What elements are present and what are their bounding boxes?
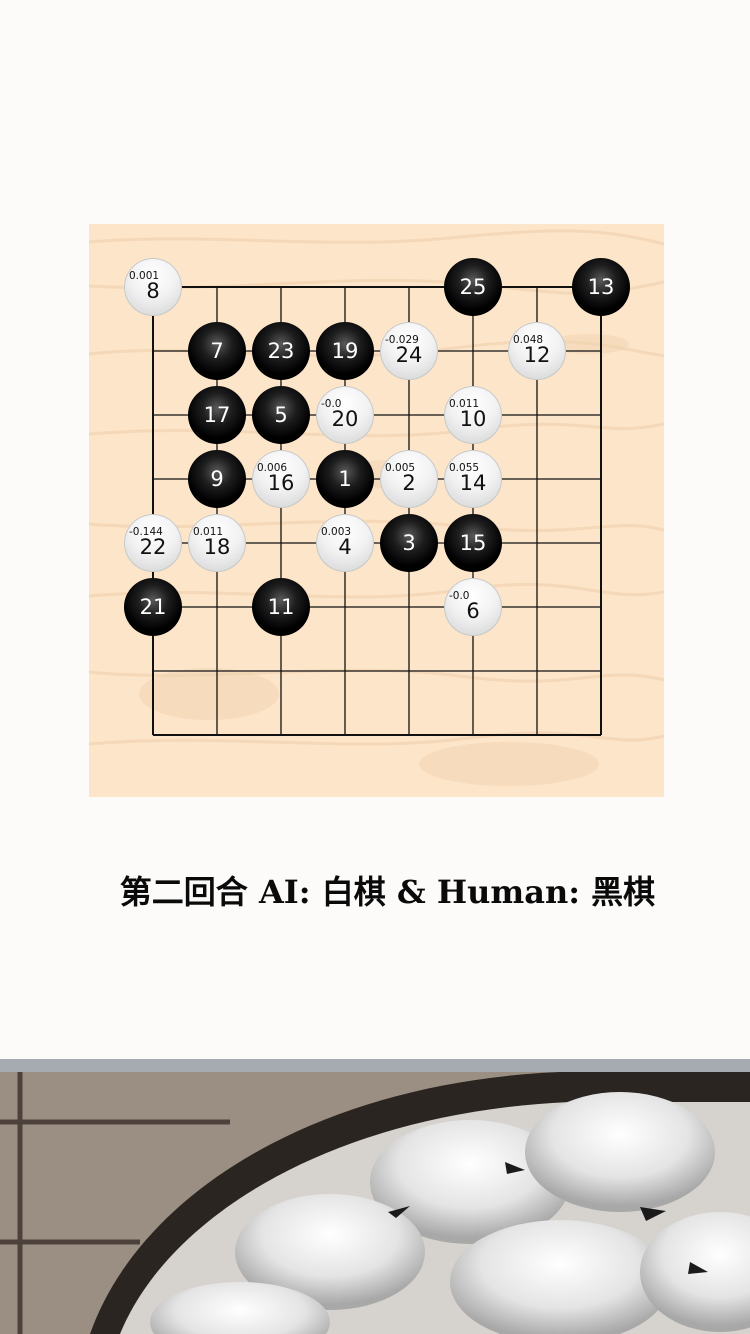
stone-move-number: 17 [203,403,231,427]
stone-bowl-illustration [0,1072,750,1334]
stone-move-number: 23 [267,339,295,363]
stone-bowl-photo [0,1072,750,1334]
black-stone[interactable]: 15 [444,514,502,572]
game-board[interactable]: 1 0.005 2 3 0.003 4 5 -0.0 6 7 0.001 8 9 0.011 10 11 0.0… [89,224,664,797]
stone-move-number: 7 [210,339,224,363]
black-stone[interactable]: 23 [252,322,310,380]
white-stone[interactable]: 0.055 14 [444,450,502,508]
board-grid [152,286,602,736]
stone-move-number: 21 [139,595,167,619]
stone-move-number: 19 [331,339,359,363]
stone-move-number: 11 [267,595,295,619]
stone-move-number: 2 [402,471,416,495]
black-stone[interactable]: 7 [188,322,246,380]
stone-move-number: 14 [459,471,487,495]
stone-move-number: 1 [338,467,352,491]
stone-move-number: 6 [466,599,480,623]
stone-move-number: 12 [523,343,551,367]
white-stone[interactable]: -0.0 6 [444,578,502,636]
stone-move-number: 13 [587,275,615,299]
stone-move-number: 15 [459,531,487,555]
bottom-divider-strip [0,1059,750,1072]
black-stone[interactable]: 5 [252,386,310,444]
white-stone[interactable]: -0.144 22 [124,514,182,572]
stone-move-number: 18 [203,535,231,559]
white-stone[interactable]: 0.001 8 [124,258,182,316]
black-stone[interactable]: 19 [316,322,374,380]
stone-move-number: 9 [210,467,224,491]
white-stone[interactable]: 0.011 18 [188,514,246,572]
stone-move-number: 3 [402,531,416,555]
black-stone[interactable]: 13 [572,258,630,316]
white-stone[interactable]: 0.048 12 [508,322,566,380]
stone-move-number: 10 [459,407,487,431]
stone-move-number: 24 [395,343,423,367]
black-stone[interactable]: 17 [188,386,246,444]
stone-move-number: 16 [267,471,295,495]
stone-move-number: 5 [274,403,288,427]
black-stone[interactable]: 21 [124,578,182,636]
black-stone[interactable]: 3 [380,514,438,572]
white-stone[interactable]: -0.029 24 [380,322,438,380]
stone-move-number: 22 [139,535,167,559]
stone-move-number: 25 [459,275,487,299]
black-stone[interactable]: 1 [316,450,374,508]
stone-move-number: 8 [146,279,160,303]
round-caption: 第二回合 AI: 白棋 & Human: 黑棋 [119,873,656,911]
black-stone[interactable]: 11 [252,578,310,636]
white-stone[interactable]: 0.011 10 [444,386,502,444]
stone-move-number: 20 [331,407,359,431]
white-stone[interactable]: 0.003 4 [316,514,374,572]
white-stone[interactable]: -0.0 20 [316,386,374,444]
stone-move-number: 4 [338,535,352,559]
white-stone[interactable]: 0.005 2 [380,450,438,508]
black-stone[interactable]: 25 [444,258,502,316]
black-stone[interactable]: 9 [188,450,246,508]
white-stone[interactable]: 0.006 16 [252,450,310,508]
